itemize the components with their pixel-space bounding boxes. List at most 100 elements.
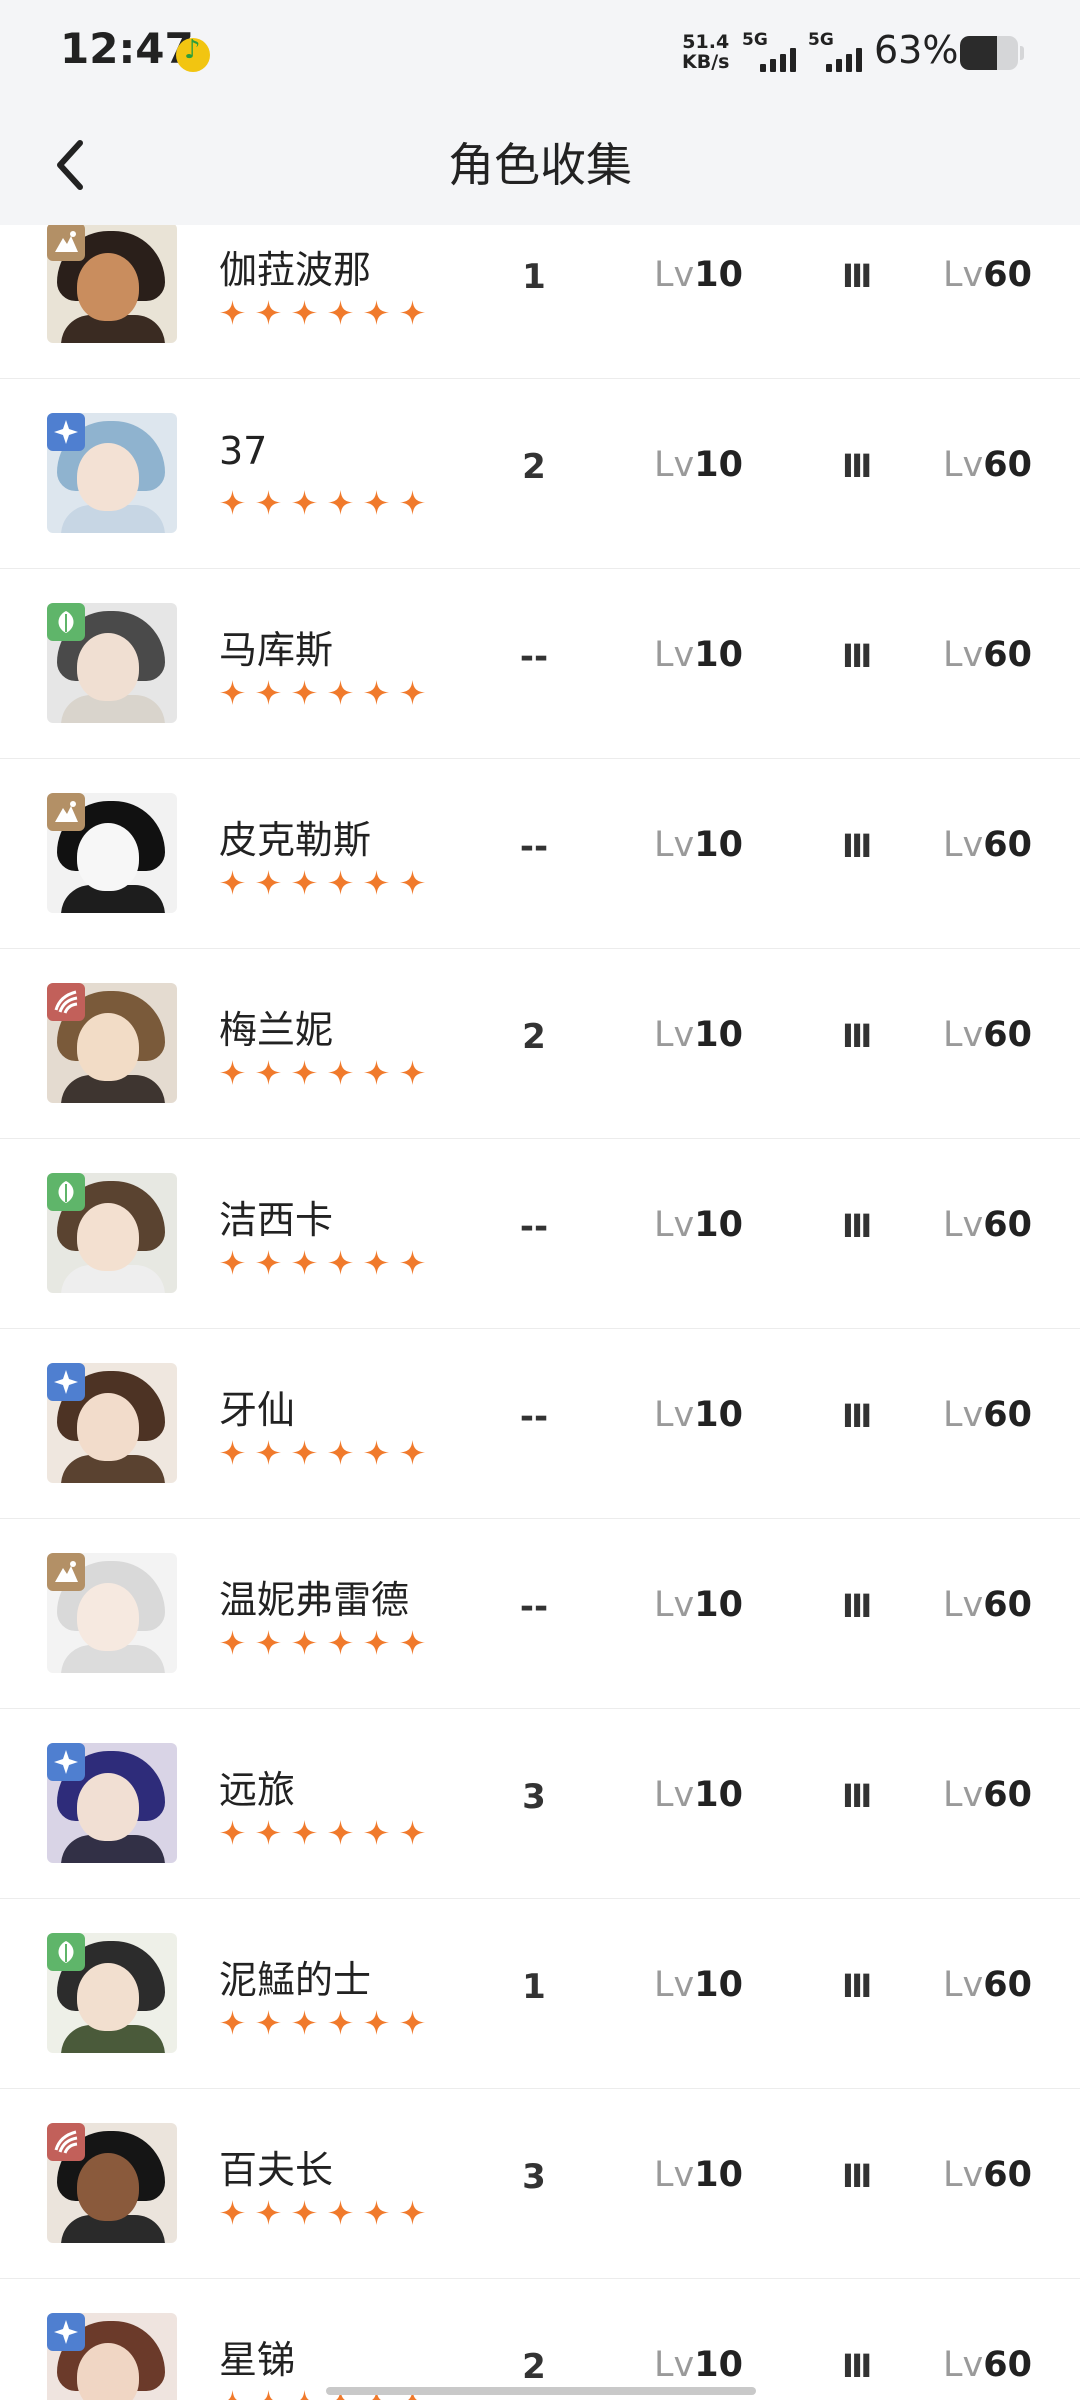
rarity-star-icon <box>363 869 390 896</box>
rarity-star-icon <box>291 489 318 516</box>
rarity-stars <box>219 679 426 706</box>
skill-level-prefix: Lv <box>654 1015 695 1055</box>
home-indicator[interactable] <box>326 2387 756 2395</box>
ascension-tier: Ⅲ <box>842 1777 872 1815</box>
insight-rank: 2 <box>522 1017 546 1057</box>
skill-level-value: 10 <box>694 1775 743 1815</box>
skill-level-prefix: Lv <box>654 1585 695 1625</box>
skill-level-value: 10 <box>694 1585 743 1625</box>
earth-element-icon <box>47 1553 85 1591</box>
ascension-tier: Ⅲ <box>842 1017 872 1055</box>
rarity-star-icon <box>255 489 282 516</box>
rarity-star-icon <box>363 1249 390 1276</box>
character-row[interactable]: 马库斯 -- Lv10 Ⅲ Lv60 <box>0 569 1080 759</box>
rarity-star-icon <box>219 1819 246 1846</box>
character-list[interactable]: 伽菈波那 1 Lv10 Ⅲ Lv60 37 2 Lv10 Ⅲ Lv60 马库斯 -- Lv10 Ⅲ Lv60… <box>0 225 1080 2400</box>
nav-bar: 角色收集 <box>0 105 1080 225</box>
insight-rank: -- <box>519 827 549 867</box>
ascension-tier: Ⅲ <box>842 1207 872 1245</box>
character-level: Lv60 <box>943 635 1032 675</box>
rarity-stars <box>219 1059 426 1086</box>
rarity-stars <box>219 2199 426 2226</box>
rarity-star-icon <box>291 1059 318 1086</box>
skill-level: Lv10 <box>654 1205 743 1245</box>
character-level-prefix: Lv <box>943 445 984 485</box>
rarity-star-icon <box>399 2009 426 2036</box>
character-row[interactable]: 皮克勒斯 -- Lv10 Ⅲ Lv60 <box>0 759 1080 949</box>
ascension-tier: Ⅲ <box>842 1587 872 1625</box>
character-row[interactable]: 洁西卡 -- Lv10 Ⅲ Lv60 <box>0 1139 1080 1329</box>
character-row[interactable]: 温妮弗雷德 -- Lv10 Ⅲ Lv60 <box>0 1519 1080 1709</box>
rarity-star-icon <box>327 869 354 896</box>
plant-element-icon <box>47 1933 85 1971</box>
rarity-star-icon <box>363 2009 390 2036</box>
star-element-icon <box>47 2313 85 2351</box>
rarity-star-icon <box>327 1439 354 1466</box>
rarity-star-icon <box>219 869 246 896</box>
rarity-stars <box>219 1249 426 1276</box>
rarity-star-icon <box>219 1439 246 1466</box>
character-level: Lv60 <box>943 255 1032 295</box>
character-row[interactable]: 牙仙 -- Lv10 Ⅲ Lv60 <box>0 1329 1080 1519</box>
character-name: 皮克勒斯 <box>219 818 372 862</box>
skill-level: Lv10 <box>654 2345 743 2385</box>
character-level: Lv60 <box>943 1015 1032 1055</box>
skill-level-value: 10 <box>694 445 743 485</box>
insight-rank: -- <box>519 1207 549 1247</box>
character-level-prefix: Lv <box>943 2155 984 2195</box>
rarity-star-icon <box>291 869 318 896</box>
rarity-star-icon <box>363 679 390 706</box>
music-app-icon <box>176 35 210 72</box>
rarity-star-icon <box>255 1059 282 1086</box>
skill-level-prefix: Lv <box>654 445 695 485</box>
character-level-prefix: Lv <box>943 1585 984 1625</box>
skill-level: Lv10 <box>654 1585 743 1625</box>
rarity-star-icon <box>363 1629 390 1656</box>
rarity-star-icon <box>399 1439 426 1466</box>
beast-element-icon <box>47 2123 85 2161</box>
character-level-prefix: Lv <box>943 635 984 675</box>
character-name: 洁西卡 <box>219 1198 334 1242</box>
skill-level: Lv10 <box>654 825 743 865</box>
character-level-prefix: Lv <box>943 1775 984 1815</box>
character-row[interactable]: 梅兰妮 2 Lv10 Ⅲ Lv60 <box>0 949 1080 1139</box>
character-name: 泥鯭的士 <box>219 1958 372 2002</box>
rarity-star-icon <box>327 2199 354 2226</box>
rarity-star-icon <box>327 1629 354 1656</box>
battery-icon <box>960 36 1018 70</box>
rarity-star-icon <box>291 299 318 326</box>
character-level-value: 60 <box>983 825 1032 865</box>
character-level-prefix: Lv <box>943 1205 984 1245</box>
earth-element-icon <box>47 225 85 261</box>
skill-level-value: 10 <box>694 1395 743 1435</box>
rarity-star-icon <box>255 2389 282 2400</box>
rarity-star-icon <box>219 489 246 516</box>
star-element-icon <box>47 413 85 451</box>
insight-rank: -- <box>519 637 549 677</box>
rarity-star-icon <box>399 1059 426 1086</box>
rarity-star-icon <box>399 489 426 516</box>
skill-level-value: 10 <box>694 2345 743 2385</box>
character-name: 37 <box>219 429 268 473</box>
status-bar: 12:47 51.4 KB/s 5G 5G 63% <box>0 0 1080 105</box>
character-row[interactable]: 泥鯭的士 1 Lv10 Ⅲ Lv60 <box>0 1899 1080 2089</box>
skill-level-prefix: Lv <box>654 2155 695 2195</box>
rarity-stars <box>219 299 426 326</box>
skill-level: Lv10 <box>654 255 743 295</box>
character-row[interactable]: 远旅 3 Lv10 Ⅲ Lv60 <box>0 1709 1080 1899</box>
character-level-value: 60 <box>983 255 1032 295</box>
rarity-stars <box>219 489 426 516</box>
rarity-stars <box>219 869 426 896</box>
rarity-star-icon <box>327 1819 354 1846</box>
character-row[interactable]: 37 2 Lv10 Ⅲ Lv60 <box>0 379 1080 569</box>
rarity-stars <box>219 1439 426 1466</box>
character-row[interactable]: 伽菈波那 1 Lv10 Ⅲ Lv60 <box>0 225 1080 379</box>
rarity-star-icon <box>255 869 282 896</box>
insight-rank: 3 <box>522 1777 546 1817</box>
character-row[interactable]: 百夫长 3 Lv10 Ⅲ Lv60 <box>0 2089 1080 2279</box>
character-row[interactable]: 星锑 2 Lv10 Ⅲ Lv60 <box>0 2279 1080 2400</box>
rarity-star-icon <box>399 869 426 896</box>
rarity-star-icon <box>363 2199 390 2226</box>
sim2-label: 5G <box>808 30 834 50</box>
character-name: 伽菈波那 <box>219 248 372 292</box>
